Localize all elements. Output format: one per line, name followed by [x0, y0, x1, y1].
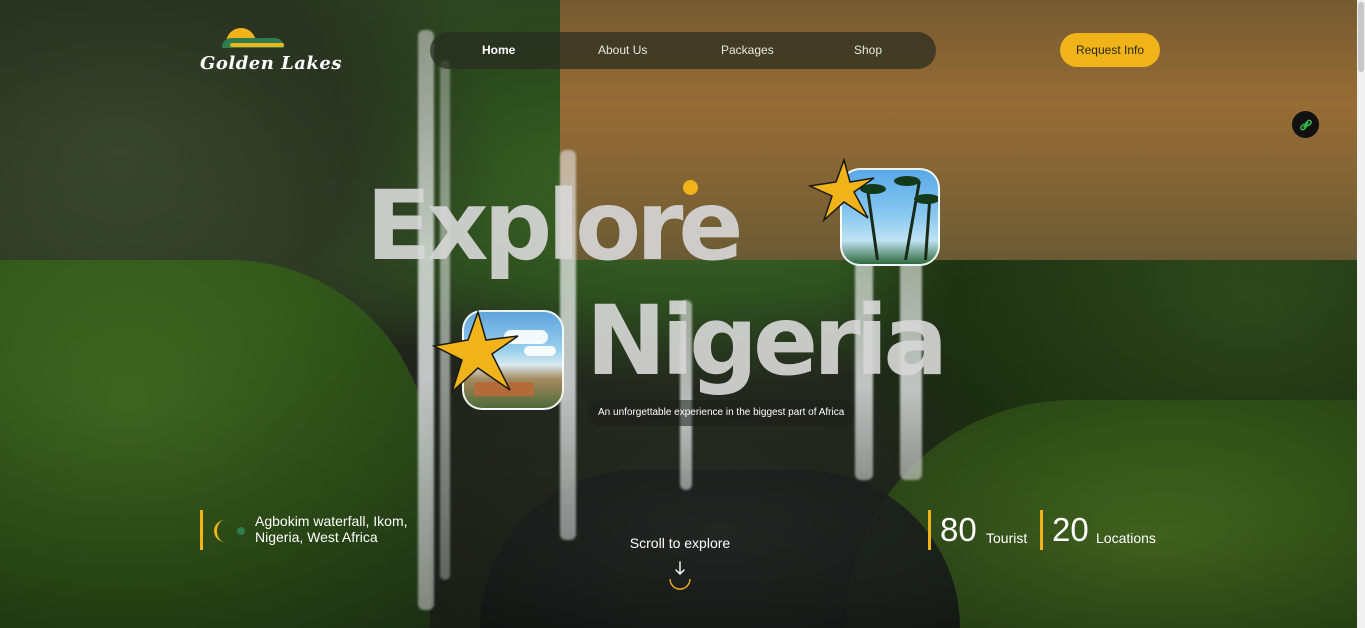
location-line-2: Nigeria, West Africa	[255, 529, 378, 545]
stat-value: 20	[1052, 511, 1089, 548]
arrow-down-icon	[669, 561, 691, 590]
page-scrollbar[interactable]	[1357, 0, 1365, 628]
stat-unit: Tourist	[986, 530, 1028, 546]
hero-title-line-1: Explore	[366, 170, 744, 282]
scroll-to-explore[interactable]: Scroll to explore	[620, 535, 740, 590]
hero-title-line-2: Nigeria	[586, 285, 948, 397]
hero-tagline: An unforgettable experience in the bigge…	[588, 400, 855, 426]
stat-unit: Locations	[1096, 530, 1156, 546]
star-burst-icon	[432, 310, 519, 394]
request-info-button[interactable]: Request Info	[1060, 33, 1160, 67]
nav-item-shop[interactable]: Shop	[854, 43, 882, 57]
stat-locations: 20 Locations	[1040, 510, 1170, 550]
brand-logo[interactable]: Golden Lakes	[200, 26, 341, 78]
stat-value: 80	[940, 511, 977, 548]
nav-item-packages[interactable]: Packages	[721, 43, 774, 57]
scroll-label: Scroll to explore	[629, 535, 731, 551]
star-burst-icon	[808, 158, 875, 223]
nav-item-about-us[interactable]: About Us	[598, 43, 647, 57]
location-line-1: Agbokim waterfall, Ikom,	[255, 513, 408, 529]
brand-name: Golden Lakes	[200, 53, 342, 74]
crescent-moon-icon	[214, 520, 245, 542]
scrollbar-thumb[interactable]	[1358, 2, 1364, 72]
stat-tourist: 80 Tourist	[928, 510, 1038, 550]
nav-item-home[interactable]: Home	[482, 43, 515, 57]
link-icon	[1299, 119, 1312, 130]
link-button[interactable]	[1292, 111, 1319, 138]
main-nav: Home About Us Packages Shop	[430, 32, 936, 69]
